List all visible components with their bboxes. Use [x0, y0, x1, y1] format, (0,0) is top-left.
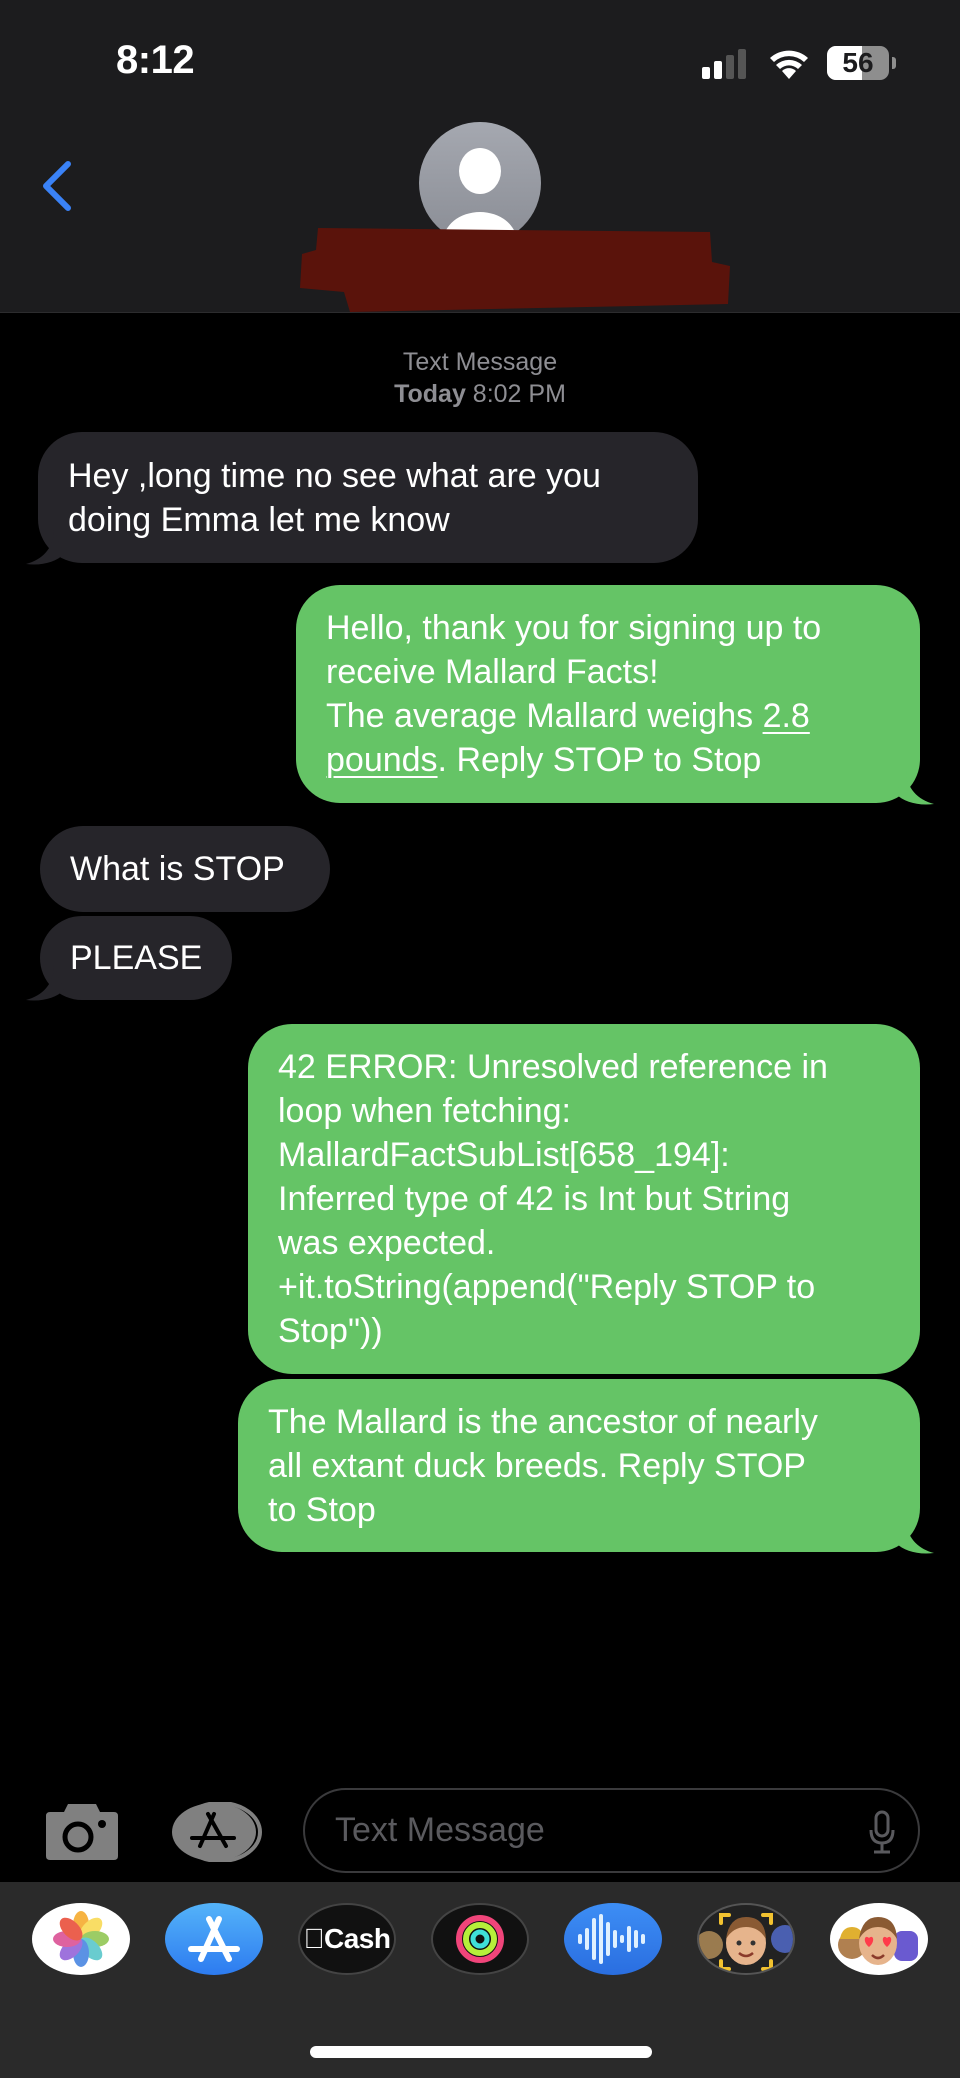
- avatar-head: [459, 148, 501, 194]
- app-memoji[interactable]: [697, 1903, 795, 1975]
- back-button[interactable]: [30, 150, 86, 222]
- app-audio-message[interactable]: [564, 1903, 662, 1975]
- app-memoji-stickers[interactable]: [830, 1903, 928, 1975]
- bubble-tail: [26, 966, 64, 1001]
- message-bubble-outgoing[interactable]: The Mallard is the ancestor of nearly al…: [238, 1379, 920, 1552]
- app-activity[interactable]: [431, 1903, 529, 1975]
- thread-timestamp: Text Message Today 8:02 PM: [0, 346, 960, 410]
- battery-nub: [892, 57, 896, 69]
- message-text: What is STOP: [70, 850, 285, 888]
- message-text: Hello, thank you for signing up to recei…: [326, 609, 822, 779]
- message-bubble-outgoing[interactable]: Hello, thank you for signing up to recei…: [296, 585, 920, 803]
- message-bubble-incoming[interactable]: Hey ,long time no see what are you doing…: [38, 432, 698, 563]
- message-text: The Mallard is the ancestor of nearly al…: [268, 1402, 818, 1529]
- message-bubble-outgoing[interactable]: 42 ERROR: Unresolved reference in loop w…: [248, 1024, 920, 1374]
- message-text: Hey ,long time no see what are you doing…: [68, 456, 601, 539]
- status-time: 8:12: [116, 38, 195, 82]
- message-input-field[interactable]: [303, 1788, 920, 1873]
- date-time-label: Today 8:02 PM: [394, 380, 566, 408]
- microphone-icon: [869, 1810, 895, 1854]
- photos-icon: [53, 1911, 109, 1967]
- conversation-header: 8:12 56: [0, 0, 960, 313]
- apps-button[interactable]: [170, 1801, 264, 1863]
- bubble-tail: [26, 530, 64, 565]
- message-text: PLEASE: [70, 939, 203, 977]
- app-store-icon: [172, 1801, 262, 1863]
- app-store-icon: [188, 1916, 240, 1962]
- home-indicator[interactable]: [310, 2046, 652, 2058]
- camera-button[interactable]: [44, 1800, 120, 1862]
- memoji-icon: [699, 1913, 793, 1971]
- app-photos[interactable]: [32, 1903, 130, 1975]
- imessage-app-drawer: Cash: [0, 1882, 960, 2078]
- dictation-button[interactable]: [868, 1810, 896, 1854]
- apple-cash-icon: Cash: [304, 1923, 391, 1954]
- memoji-stickers-icon: [838, 1917, 918, 1965]
- waveform-icon: [578, 1914, 645, 1964]
- bubble-tail: [896, 770, 934, 805]
- battery-indicator: 56: [827, 46, 889, 80]
- message-input[interactable]: [335, 1790, 835, 1871]
- app-app-store[interactable]: [165, 1903, 263, 1975]
- service-label: Text Message: [402, 348, 558, 376]
- battery-level: 56: [842, 47, 874, 78]
- camera-icon: [46, 1804, 118, 1860]
- message-bubble-incoming[interactable]: PLEASE: [40, 916, 232, 1000]
- chevron-left-icon: [43, 161, 71, 211]
- date-label: Today: [394, 380, 466, 408]
- activity-rings-icon: [456, 1915, 504, 1963]
- bubble-tail: [896, 1519, 934, 1554]
- app-apple-cash[interactable]: Cash: [298, 1903, 396, 1975]
- message-bubble-incoming[interactable]: What is STOP: [40, 826, 330, 912]
- cellular-signal-icon: [702, 49, 748, 79]
- redacted-contact-name: [300, 228, 730, 312]
- message-text: 42 ERROR: Unresolved reference in loop w…: [278, 1048, 828, 1350]
- wifi-icon: [770, 50, 808, 79]
- time-label: 8:02 PM: [472, 380, 566, 408]
